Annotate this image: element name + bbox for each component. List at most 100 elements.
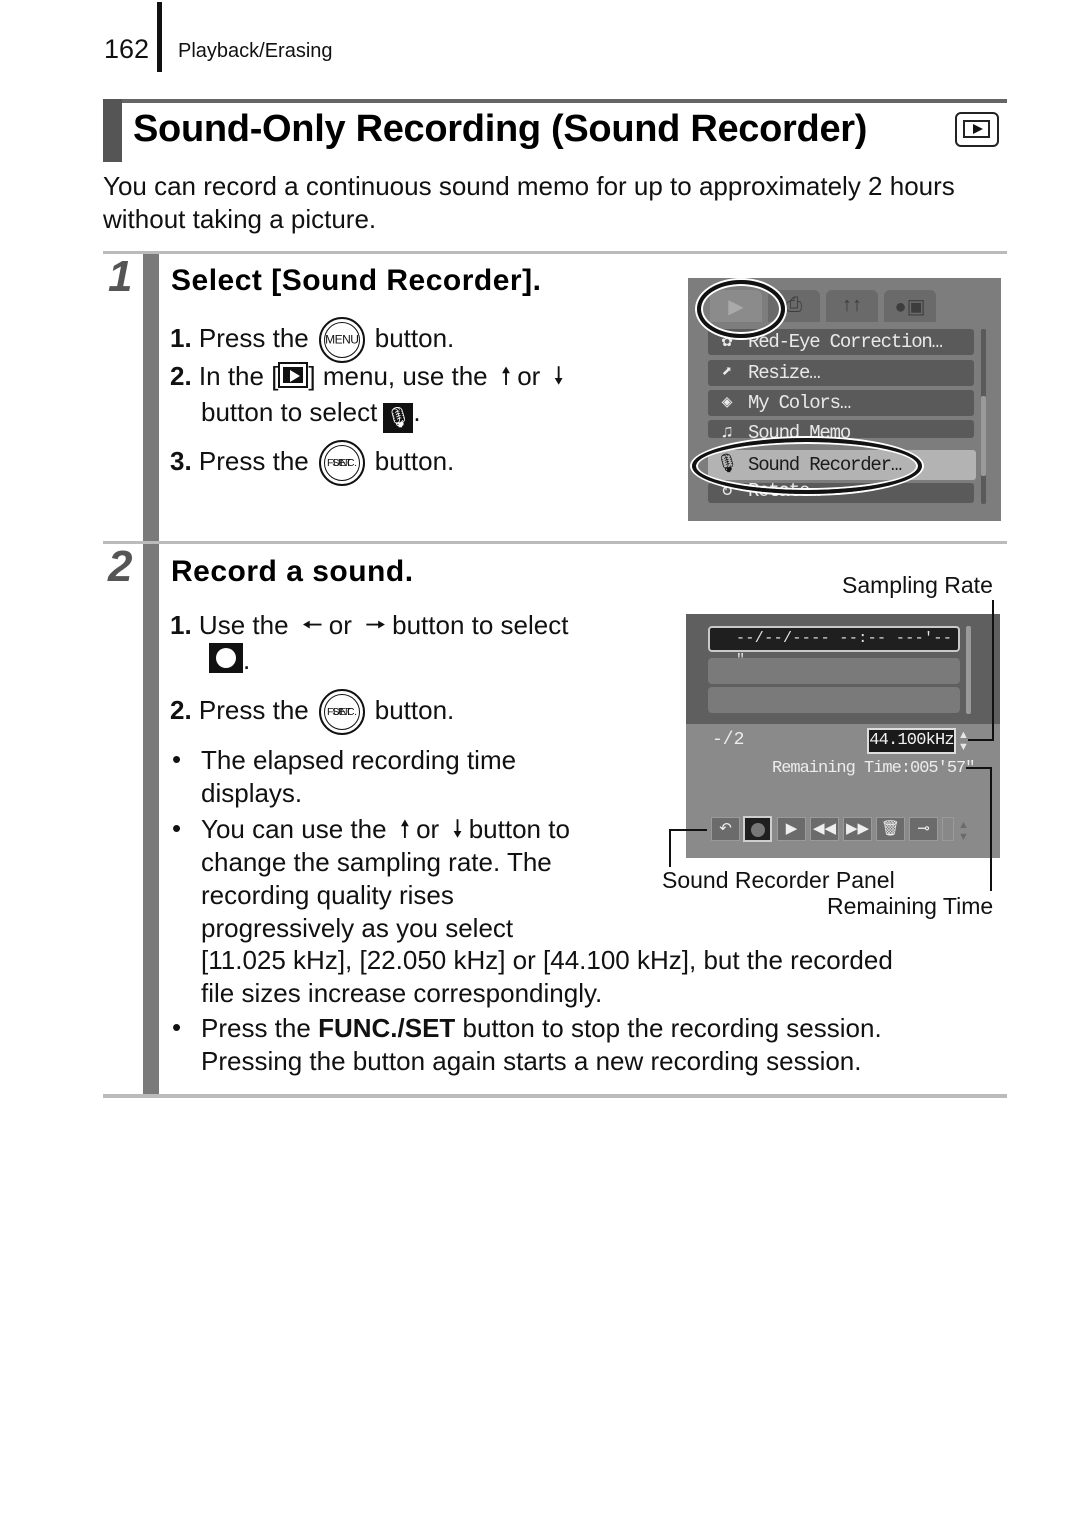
- rewind-icon[interactable]: ◀◀: [810, 817, 839, 841]
- step-2-divider: [103, 541, 1007, 544]
- wrench-icon: ↑↑: [842, 294, 862, 316]
- menu-item-sound-memo[interactable]: ♫ Sound Memo: [708, 420, 974, 438]
- recording-row-selected[interactable]: --/--/---- --:-- ---'--": [708, 626, 960, 669]
- menu-item-resize[interactable]: ⬈ Resize…: [708, 360, 974, 386]
- up-arrow-icon: 🠕: [500, 363, 512, 390]
- instruction-number: 1.: [170, 610, 192, 640]
- instruction-text: .: [413, 397, 421, 427]
- back-icon[interactable]: ↶: [711, 817, 740, 841]
- title-rule: [103, 99, 1007, 103]
- remaining-time: Remaining Time:005'57": [772, 759, 975, 778]
- remaining-time-leader: [966, 767, 992, 769]
- instruction-text: Press the: [198, 322, 309, 353]
- erase-icon[interactable]: 🗑: [876, 817, 905, 841]
- bullet-1: The elapsed recording time displays.: [201, 745, 517, 808]
- instruction-text: button.: [374, 445, 455, 476]
- panel-label: Sound Recorder Panel: [662, 867, 895, 893]
- step-number: 2: [108, 542, 133, 591]
- volume-icon[interactable]: [942, 817, 954, 841]
- instruction-text: button.: [374, 694, 455, 725]
- sampling-rate-value[interactable]: 44.100kHz: [867, 728, 956, 754]
- bullet-marker: •: [172, 1012, 182, 1042]
- step-title: Select [Sound Recorder].: [171, 264, 542, 297]
- protect-key-icon[interactable]: ⊸: [909, 817, 938, 841]
- down-arrow-icon: 🠗: [553, 363, 564, 390]
- item-highlight-ellipse: [692, 438, 922, 494]
- file-count: -/2: [712, 730, 745, 750]
- func-set-button-icon: FUNC. SET: [318, 440, 365, 486]
- up-arrow-icon: 🠕: [399, 816, 411, 843]
- header-divider: [157, 2, 162, 72]
- page-title: Sound-Only Recording (Sound Recorder): [133, 108, 868, 150]
- instruction-3: 3. Press the FUNC. SET button.: [170, 440, 454, 486]
- recording-row[interactable]: [708, 687, 960, 713]
- left-arrow-icon: 🠔: [301, 612, 323, 639]
- volume-arrows-icon[interactable]: ▲ ▼: [958, 819, 969, 843]
- panel-leader: [669, 829, 707, 831]
- instruction-text: Press the: [198, 694, 309, 725]
- instruction-text: In the [: [198, 361, 279, 391]
- resize-icon: ⬈: [721, 363, 733, 383]
- list-scrollbar[interactable]: [966, 626, 971, 714]
- up-down-arrows-icon[interactable]: ▲ ▼: [958, 729, 969, 753]
- menu-scrollbar-thumb[interactable]: [981, 396, 986, 476]
- step-title: Record a sound.: [171, 555, 414, 588]
- sound-recorder-screenshot: --/--/---- --:-- ---'--" -/2 44.100kHz ▲…: [686, 614, 1000, 858]
- menu-item-my-colors[interactable]: ◈ My Colors…: [708, 390, 974, 416]
- bullet-marker: •: [172, 813, 182, 843]
- bullet-marker: •: [172, 744, 182, 774]
- instruction-text: or: [517, 361, 541, 391]
- instruction-text: button.: [374, 322, 455, 353]
- instruction-text: Use the: [198, 610, 289, 640]
- intro-paragraph: You can record a continuous sound memo f…: [103, 171, 955, 234]
- instruction-number: 3.: [170, 445, 192, 476]
- instruction-number: 2.: [170, 361, 192, 391]
- sampling-rate-leader: [992, 600, 994, 741]
- instruction-text: Press the: [198, 445, 309, 476]
- tab-highlight-ellipse: [697, 280, 785, 338]
- down-arrow-icon: 🠗: [452, 816, 463, 843]
- step-1-divider: [103, 251, 1007, 254]
- title-accent-bar: [103, 99, 122, 162]
- playback-mode-icon: [955, 112, 999, 147]
- instruction-2-continued: button to select 🎙.: [201, 397, 421, 433]
- section-name: Playback/Erasing: [178, 40, 333, 62]
- instruction-text: ] menu, use the: [308, 361, 488, 391]
- microphone-icon: 🎙: [383, 403, 414, 433]
- recording-row[interactable]: [708, 658, 960, 684]
- my-camera-tab[interactable]: ●▣: [884, 290, 936, 322]
- remaining-time-leader: [990, 767, 992, 891]
- camera-menu-screenshot: ▶ ⎙ ↑↑ ●▣ ✿ Red-Eye Correction… ⬈ Resize… …: [688, 278, 1001, 521]
- fast-forward-icon[interactable]: ▶▶: [843, 817, 872, 841]
- setup-tab[interactable]: ↑↑: [826, 290, 878, 322]
- instruction-number: 1.: [170, 322, 192, 353]
- instruction-text: button to select: [201, 397, 378, 427]
- step-number: 1: [108, 252, 133, 301]
- panel-leader: [669, 829, 671, 867]
- remaining-time-label: Remaining Time: [827, 893, 994, 919]
- instruction-1: 1. Press the MENU button.: [170, 317, 454, 363]
- instruction-text: or: [328, 610, 352, 640]
- instruction-1-continued: .: [209, 643, 250, 676]
- record-icon: [209, 643, 243, 673]
- my-colors-icon: ◈: [721, 393, 733, 413]
- sampling-rate-leader: [968, 739, 994, 741]
- instruction-2: 2. In the [ ] menu, use the 🠕 or 🠗: [170, 359, 570, 400]
- bottom-divider: [103, 1094, 1007, 1098]
- instruction-text: button to select: [392, 610, 569, 640]
- right-arrow-icon: 🠖: [365, 612, 387, 639]
- instruction-text: .: [243, 645, 251, 675]
- func-set-button-icon: FUNC. SET: [318, 689, 365, 735]
- instruction-number: 2.: [170, 694, 192, 725]
- sampling-rate-label: Sampling Rate: [842, 572, 993, 598]
- step-1-bar: [143, 254, 159, 542]
- play-icon[interactable]: ▶: [777, 817, 806, 841]
- menu-button-icon: MENU: [318, 317, 365, 363]
- my-camera-icon: ●▣: [894, 296, 926, 318]
- record-icon[interactable]: [743, 816, 772, 842]
- playback-menu-icon: [278, 362, 309, 388]
- page-number: 162: [104, 34, 150, 64]
- step-2-bar: [143, 544, 159, 1095]
- sound-memo-icon: ♫: [721, 423, 733, 438]
- instruction-2: 2. Press the FUNC. SET button.: [170, 689, 454, 735]
